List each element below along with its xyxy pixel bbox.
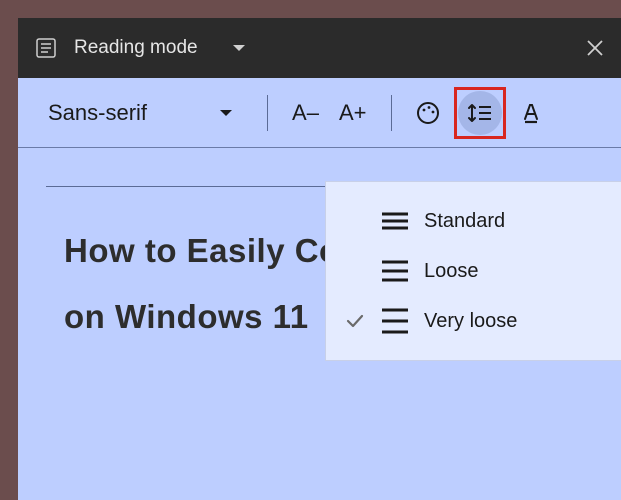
- spacing-loose-icon: [380, 256, 410, 286]
- menu-item-loose[interactable]: Loose: [326, 246, 621, 296]
- font-select-label: Sans-serif: [48, 100, 147, 126]
- font-select[interactable]: Sans-serif: [48, 100, 253, 126]
- toolbar: Sans-serif A– A+: [18, 78, 621, 148]
- decrease-font-button[interactable]: A–: [282, 94, 329, 132]
- text-style-button[interactable]: [510, 91, 554, 135]
- titlebar-label: Reading mode: [74, 37, 198, 59]
- toolbar-divider: [391, 95, 392, 131]
- line-spacing-button[interactable]: [458, 91, 502, 135]
- check-icon: [344, 260, 366, 282]
- check-icon: [344, 210, 366, 232]
- increase-font-button[interactable]: A+: [329, 94, 377, 132]
- titlebar-dropdown[interactable]: [232, 43, 246, 53]
- menu-item-standard[interactable]: Standard: [326, 196, 621, 246]
- spacing-very-loose-icon: [380, 306, 410, 336]
- menu-item-label: Very loose: [424, 310, 517, 333]
- menu-item-very-loose[interactable]: Very loose: [326, 296, 621, 346]
- spacing-standard-icon: [380, 206, 410, 236]
- toolbar-underline: [46, 186, 336, 187]
- document-icon: [34, 36, 58, 60]
- reading-mode-window: Reading mode Sans-serif A– A+ H: [18, 18, 621, 500]
- line-spacing-menu: Standard Loose Very loose: [325, 181, 621, 361]
- check-icon: [344, 310, 366, 332]
- close-button[interactable]: [585, 38, 605, 58]
- titlebar: Reading mode: [18, 18, 621, 78]
- menu-item-label: Loose: [424, 260, 479, 283]
- color-theme-button[interactable]: [406, 91, 450, 135]
- line-spacing-highlight: [454, 87, 506, 139]
- toolbar-divider: [267, 95, 268, 131]
- menu-item-label: Standard: [424, 210, 505, 233]
